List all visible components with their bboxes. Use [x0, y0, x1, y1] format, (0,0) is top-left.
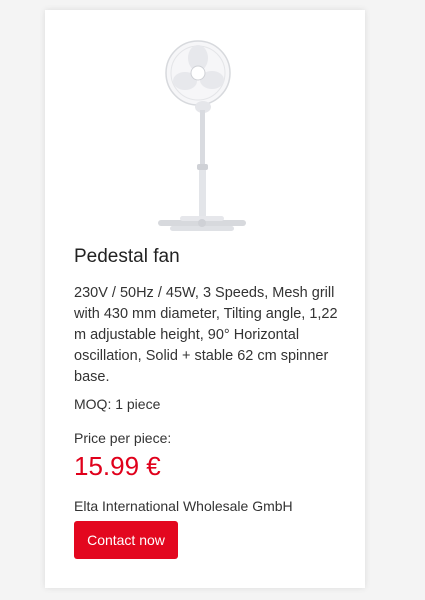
product-title[interactable]: Pedestal fan	[74, 246, 180, 268]
product-card: Pedestal fan 230V / 50Hz / 45W, 3 Speeds…	[45, 10, 365, 588]
product-description: 230V / 50Hz / 45W, 3 Speeds, Mesh grill …	[74, 285, 338, 385]
pedestal-fan-image[interactable]	[140, 40, 260, 236]
price-value: 15.99 €	[74, 451, 161, 481]
price-label: Price per piece:	[74, 430, 172, 446]
contact-now-button[interactable]: Contact now	[74, 521, 178, 559]
moq-text: MOQ: 1 piece	[74, 396, 161, 412]
seller-name[interactable]: Elta International Wholesale GmbH	[74, 498, 293, 514]
